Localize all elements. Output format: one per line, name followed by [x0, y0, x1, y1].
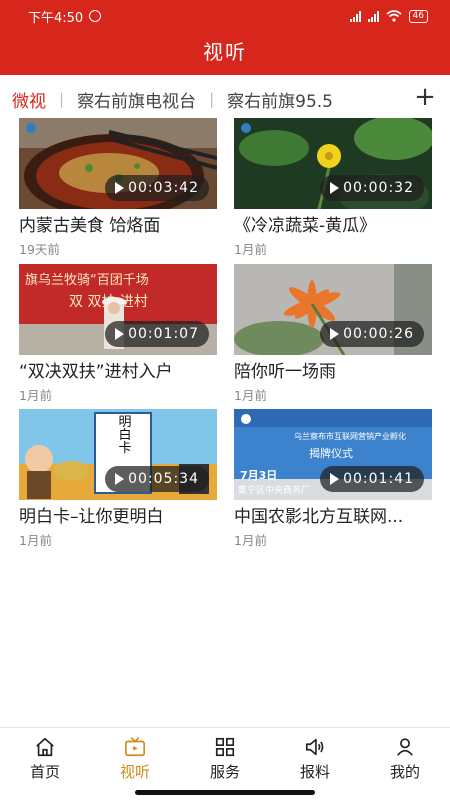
video-thumbnail[interactable]: 乌兰察布市互联网营销产业孵化 揭牌仪式 7月3日 集宁区中央商务厂 00:01:…: [234, 409, 432, 500]
video-time: 1月前: [234, 242, 267, 257]
video-card[interactable]: 明白卡 00:05:34 明白卡–让你更明白 1月前: [19, 409, 217, 549]
grid-icon: [215, 737, 235, 757]
home-icon: [36, 737, 54, 757]
duration-badge: 00:00:26: [320, 321, 424, 347]
play-icon: [330, 328, 340, 340]
home-indicator: [135, 790, 315, 795]
battery-icon: 46: [408, 9, 428, 23]
tab-tv-station[interactable]: 察右前旗电视台: [77, 87, 196, 112]
duration-badge: 00:01:07: [105, 321, 209, 347]
plus-icon[interactable]: +: [414, 84, 436, 112]
video-title[interactable]: 《冷凉蔬菜-黄瓜》: [234, 215, 432, 237]
alarm-icon: [89, 10, 102, 22]
user-icon: [397, 738, 413, 756]
tab-divider: |: [209, 90, 215, 108]
video-thumbnail[interactable]: 00:00:26: [234, 264, 432, 355]
signal-icon-2: [367, 10, 379, 22]
tv-icon: [125, 737, 145, 757]
video-title[interactable]: 陪你听一场雨: [234, 361, 432, 383]
svg-text:明白卡: 明白卡: [116, 415, 132, 454]
svg-text:集宁区中央商务厂: 集宁区中央商务厂: [238, 484, 310, 496]
video-time: 1月前: [19, 533, 52, 548]
duration-badge: 00:00:32: [320, 175, 424, 201]
video-card[interactable]: 00:03:42 内蒙古美食 饸烙面 19天前: [19, 118, 217, 258]
play-icon: [330, 473, 340, 485]
video-time: 1月前: [234, 533, 267, 548]
play-icon: [115, 328, 125, 340]
tab-divider: |: [59, 90, 65, 108]
status-bar: 下午4:50 46: [0, 0, 450, 32]
nav-mine[interactable]: 我的: [360, 728, 450, 800]
svg-text:揭牌仪式: 揭牌仪式: [309, 446, 353, 460]
svg-text:旗乌兰牧骑“百团千场: 旗乌兰牧骑“百团千场: [25, 272, 149, 288]
page-title: 视听: [203, 40, 247, 64]
megaphone-icon: [305, 738, 324, 756]
video-thumbnail[interactable]: 旗乌兰牧骑“百团千场 双 双扶 进村 00:01:07: [19, 264, 217, 355]
video-time: 19天前: [19, 242, 60, 257]
tab-radio[interactable]: 察右前旗95.5: [227, 87, 333, 112]
video-title[interactable]: 中国农影北方互联网...: [234, 506, 432, 528]
status-time: 下午4:50: [28, 10, 84, 26]
play-icon: [330, 182, 340, 194]
svg-text:7月3日: 7月3日: [240, 469, 277, 482]
video-thumbnail[interactable]: 明白卡 00:05:34: [19, 409, 217, 500]
duration-badge: 00:05:34: [105, 466, 209, 492]
play-icon: [115, 473, 125, 485]
play-icon: [115, 182, 125, 194]
video-thumbnail[interactable]: 00:00:32: [234, 118, 432, 209]
video-title[interactable]: 明白卡–让你更明白: [19, 506, 217, 528]
signal-icon: [349, 10, 361, 22]
channel-tabs: 微视 | 察右前旗电视台 | 察右前旗95.5 +: [0, 84, 450, 114]
video-title[interactable]: “双决双扶”进村入户: [19, 361, 217, 383]
video-title[interactable]: 内蒙古美食 饸烙面: [19, 215, 217, 237]
video-card[interactable]: 旗乌兰牧骑“百团千场 双 双扶 进村 00:01:07 “双决双扶”进村入户 1…: [19, 264, 217, 404]
video-thumbnail[interactable]: 00:03:42: [19, 118, 217, 209]
video-time: 1月前: [234, 388, 267, 403]
app-header: 下午4:50 46 视听: [0, 0, 450, 75]
svg-text:乌兰察布市互联网营销产业孵化: 乌兰察布市互联网营销产业孵化: [294, 431, 406, 441]
video-card[interactable]: 00:00:32 《冷凉蔬菜-黄瓜》 1月前: [234, 118, 432, 258]
duration-badge: 00:03:42: [105, 175, 209, 201]
video-card[interactable]: 乌兰察布市互联网营销产业孵化 揭牌仪式 7月3日 集宁区中央商务厂 00:01:…: [234, 409, 432, 549]
wifi-icon: [386, 10, 402, 22]
video-time: 1月前: [19, 388, 52, 403]
tab-weishi[interactable]: 微视: [12, 87, 46, 112]
duration-badge: 00:01:41: [320, 466, 424, 492]
nav-home[interactable]: 首页: [0, 728, 90, 800]
video-card[interactable]: 00:00:26 陪你听一场雨 1月前: [234, 264, 432, 404]
